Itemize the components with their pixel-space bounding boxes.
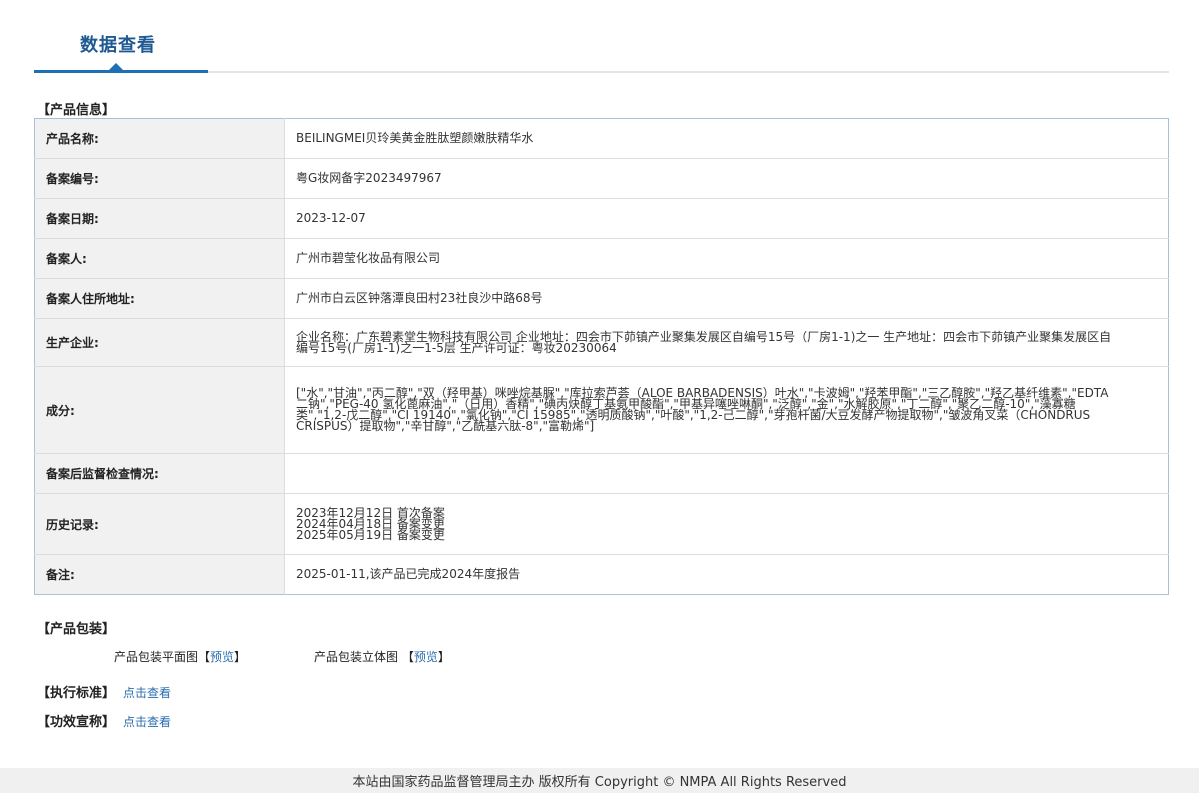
tab-bar: 数据查看 <box>34 0 1169 74</box>
table-row: 成分: ["水","甘油","丙二醇","双（羟甲基）咪唑烷基脲","库拉索芦荟… <box>34 366 1169 454</box>
history-value: 2023年12月12日 首次备案 2024年04月18日 备案变更 2025年0… <box>284 493 1169 555</box>
table-row: 备案人: 广州市碧莹化妆品有限公司 <box>34 238 1169 279</box>
row-label: 生产企业: <box>34 318 285 367</box>
row-label: 历史记录: <box>34 493 285 555</box>
table-row: 备案后监督检查情况: <box>34 453 1169 494</box>
bracket-open: 【 <box>401 650 414 664</box>
table-row: 备案日期: 2023-12-07 <box>34 198 1169 239</box>
efficacy-heading: 【功效宣称】 <box>37 715 116 730</box>
filing-date-value: 2023-12-07 <box>284 198 1169 239</box>
supervision-value <box>284 453 1169 494</box>
table-row: 备案编号: 粤G妆网备字2023497967 <box>34 158 1169 199</box>
caret-up-icon <box>109 63 123 70</box>
standard-row: 【执行标准】 点击查看 <box>37 682 171 701</box>
row-label: 备案人住所地址: <box>34 278 285 319</box>
row-label: 备案日期: <box>34 198 285 239</box>
table-row: 备注: 2025-01-11,该产品已完成2024年度报告 <box>34 554 1169 595</box>
table-row: 产品名称: BEILINGMEI贝玲美黄金胜肽塑颜嫩肤精华水 <box>34 118 1169 159</box>
row-label: 备案人: <box>34 238 285 279</box>
product-info-heading: 【产品信息】 <box>37 103 116 118</box>
standard-view-link[interactable]: 点击查看 <box>123 686 171 700</box>
packaging-flat-item: 产品包装平面图【预览】 <box>114 648 246 665</box>
filing-number-value: 粤G妆网备字2023497967 <box>284 158 1169 199</box>
row-label: 成分: <box>34 366 285 454</box>
bracket-open: 【 <box>198 650 211 664</box>
tab-active-indicator <box>34 70 208 73</box>
packaging-solid-label: 产品包装立体图 <box>314 650 399 664</box>
history-entry: 2025年05月19日 备案变更 <box>296 527 445 542</box>
table-row: 备案人住所地址: 广州市白云区钟落潭良田村23社良沙中路68号 <box>34 278 1169 319</box>
standard-heading: 【执行标准】 <box>37 686 116 701</box>
product-name-value: BEILINGMEI贝玲美黄金胜肽塑颜嫩肤精华水 <box>284 118 1169 159</box>
filer-value: 广州市碧莹化妆品有限公司 <box>284 238 1169 279</box>
flat-preview-link[interactable]: 预览 <box>210 650 234 664</box>
ingredients-value: ["水","甘油","丙二醇","双（羟甲基）咪唑烷基脲","库拉索芦荟（ALO… <box>284 366 1169 454</box>
efficacy-row: 【功效宣称】 点击查看 <box>37 711 171 730</box>
filer-address-value: 广州市白云区钟落潭良田村23社良沙中路68号 <box>284 278 1169 319</box>
product-info-table: 产品名称: BEILINGMEI贝玲美黄金胜肽塑颜嫩肤精华水 备案编号: 粤G妆… <box>34 118 1169 595</box>
remarks-value: 2025-01-11,该产品已完成2024年度报告 <box>296 567 521 581</box>
bracket-close: 】 <box>234 650 247 664</box>
table-row: 历史记录: 2023年12月12日 首次备案 2024年04月18日 备案变更 … <box>34 493 1169 555</box>
packaging-heading: 【产品包装】 <box>37 622 116 637</box>
tab-data-view[interactable]: 数据查看 <box>80 31 156 57</box>
row-label: 备注: <box>34 554 285 595</box>
row-label: 备案编号: <box>34 158 285 199</box>
table-row: 生产企业: 企业名称：广东碧素堂生物科技有限公司 企业地址：四会市下茆镇产业聚集… <box>34 318 1169 367</box>
row-label: 产品名称: <box>34 118 285 159</box>
efficacy-view-link[interactable]: 点击查看 <box>123 715 171 729</box>
footer: 本站由国家药品监督管理局主办 版权所有 Copyright © NMPA All… <box>0 768 1199 793</box>
packaging-flat-label: 产品包装平面图 <box>114 650 199 664</box>
bracket-close: 】 <box>437 650 450 664</box>
row-label: 备案后监督检查情况: <box>34 453 285 494</box>
manufacturer-value: 企业名称：广东碧素堂生物科技有限公司 企业地址：四会市下茆镇产业聚集发展区自编号… <box>284 318 1169 367</box>
solid-preview-link[interactable]: 预览 <box>414 650 438 664</box>
packaging-solid-item: 产品包装立体图 【预览】 <box>314 648 450 665</box>
